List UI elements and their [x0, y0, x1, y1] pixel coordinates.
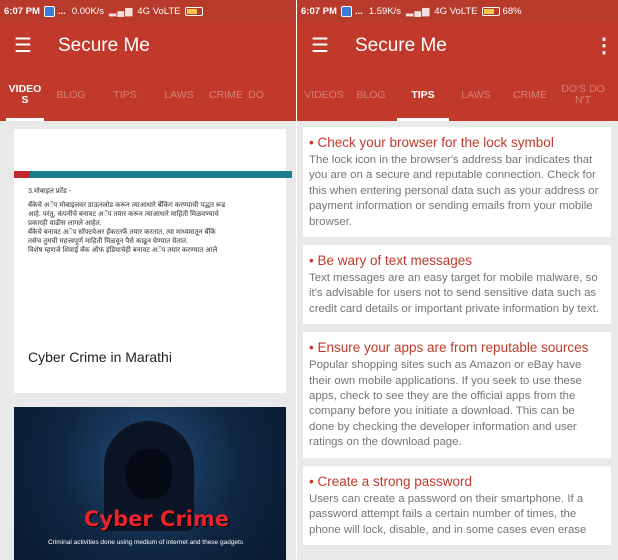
video-thumbnail-text: 3.मोबाइल फ्रॉड - बँकेचे अॅप मोबाइलवर डाऊ…	[28, 187, 286, 255]
thumbnail-bar-red	[14, 171, 30, 178]
tab-label: VIDEOS	[304, 88, 344, 101]
left-screen: 6:07 PM ... 0.00K/s ▂▄▆ 4G VoLTE ☰ Secur…	[0, 0, 296, 560]
status-bar: 6:07 PM ... 1.59K/s ▂▄▆ 4G VoLTE 68%	[297, 0, 618, 22]
tab-label: TIPS	[411, 88, 435, 101]
thumbnail-subtitle: Criminal activities done using medium of…	[48, 539, 244, 546]
tab-crime[interactable]: CRIME	[503, 69, 557, 121]
hamburger-menu-icon[interactable]: ☰	[14, 33, 36, 58]
tip-title: • Check your browser for the lock symbol	[309, 135, 554, 150]
tip-card[interactable]: • Check your browser for the lock symbol…	[303, 127, 611, 238]
tip-title: • Be wary of text messages	[309, 253, 473, 269]
overflow-menu-icon[interactable]: ⋮	[594, 33, 614, 58]
thumbnail-title: Cyber Crime	[84, 507, 230, 531]
battery-icon	[184, 6, 203, 16]
network-speed: 0.00K/s	[71, 5, 105, 17]
tab-crime[interactable]: CRIME	[206, 69, 246, 121]
thumbnail-line: प्रकारही वाढीस लागले आहेत.	[28, 220, 102, 227]
tab-label: LAWS	[164, 88, 194, 101]
battery-level: 68%	[502, 5, 522, 17]
app-bar: ☰ Secure Me ⋮	[297, 22, 618, 69]
app-bar: ☰ Secure Me	[0, 22, 296, 69]
hamburger-menu-icon[interactable]: ☰	[311, 33, 333, 58]
tip-card[interactable]: • Be wary of text messages Text messages…	[303, 245, 611, 325]
tab-label: DO	[248, 88, 264, 101]
tab-label: BLOG	[356, 88, 386, 101]
tab-laws[interactable]: LAWS	[152, 69, 206, 121]
tip-card[interactable]: • Ensure your apps are from reputable so…	[303, 332, 611, 458]
tab-dos-donts[interactable]: DO'S DON'T	[557, 69, 609, 121]
video-card[interactable]: Cyber Crime Criminal activities done usi…	[14, 407, 286, 560]
tab-tips[interactable]: TIPS	[397, 69, 449, 121]
tab-label: VIDEOS	[8, 83, 42, 106]
tip-text: Text messages are an easy target for mob…	[309, 272, 599, 315]
status-bar: 6:07 PM ... 0.00K/s ▂▄▆ 4G VoLTE	[0, 0, 296, 22]
video-card[interactable]: 3.मोबाइल फ्रॉड - बँकेचे अॅप मोबाइलवर डाऊ…	[14, 129, 292, 393]
tab-blog[interactable]: BLOG	[44, 69, 98, 121]
thumbnail-bar-teal	[30, 171, 292, 178]
network-type: 4G VoLTE	[137, 5, 181, 17]
tip-text: Users can create a password on their sma…	[309, 492, 587, 536]
video-feed: 3.मोबाइल फ्रॉड - बँकेचे अॅप मोबाइलवर डाऊ…	[0, 121, 296, 560]
more-notifications-icon: ...	[354, 5, 363, 17]
tip-text: The lock icon in the browser's address b…	[309, 154, 599, 228]
tips-list: • Check your browser for the lock symbol…	[297, 121, 618, 545]
status-time: 6:07 PM	[4, 5, 40, 17]
network-type: 4G VoLTE	[434, 5, 478, 17]
tab-label: BLOG	[56, 88, 86, 101]
notification-icon	[43, 5, 55, 17]
signal-icon: ▂▄▆	[109, 5, 134, 17]
tab-label: LAWS	[461, 88, 491, 101]
thumbnail-line: विशेष म्हणजे शिवाईं बँक ऑफ इंडियाचेही बन…	[28, 247, 218, 254]
status-time: 6:07 PM	[301, 5, 337, 17]
tab-laws[interactable]: LAWS	[449, 69, 503, 121]
app-title: Secure Me	[355, 34, 447, 56]
tab-dos-donts[interactable]: DO	[246, 69, 266, 121]
tab-bar: VIDEOS BLOG TIPS LAWS CRIME DO #left .ta…	[0, 69, 296, 121]
tip-title: • Create a strong password	[309, 473, 473, 489]
thumbnail-line: बँकेचे बनावट अॅप सॉफ्टवेअर हॅकरतर्फे तया…	[28, 229, 216, 236]
tab-videos[interactable]: VIDEOS	[6, 69, 44, 121]
network-speed: 1.59K/s	[368, 5, 402, 17]
tab-label: CRIME	[513, 88, 547, 101]
thumbnail-line: तसेच तुमची महत्त्वपूर्ण माहिती मिळवून पै…	[28, 238, 188, 245]
tab-label: DO'S DON'T	[561, 83, 605, 106]
tab-bar: VIDEOS BLOG TIPS LAWS CRIME DO'S DON'T #…	[297, 69, 618, 121]
app-title: Secure Me	[58, 34, 150, 56]
more-notifications-icon: ...	[57, 5, 66, 17]
video-caption: Cyber Crime in Marathi	[28, 349, 172, 365]
thumbnail-heading: 3.मोबाइल फ्रॉड -	[28, 188, 72, 195]
tip-text: Popular shopping sites such as Amazon or…	[309, 359, 582, 449]
right-screen: 6:07 PM ... 1.59K/s ▂▄▆ 4G VoLTE 68% ☰ S…	[297, 0, 618, 560]
tab-videos[interactable]: VIDEOS	[303, 69, 345, 121]
tab-tips[interactable]: TIPS	[98, 69, 152, 121]
tab-label: TIPS	[113, 88, 137, 101]
tip-card[interactable]: • Create a strong password Users can cre…	[303, 465, 611, 545]
tab-blog[interactable]: BLOG	[345, 69, 397, 121]
battery-icon	[481, 6, 500, 16]
tip-title: • Ensure your apps are from reputable so…	[309, 340, 589, 356]
thumbnail-line: आहे. परंतु, कंपनीचे बनावट अॅप तयार करून …	[28, 211, 219, 218]
signal-icon: ▂▄▆	[406, 5, 431, 17]
thumbnail-line: बँकेचे अॅप मोबाइलवर डाऊनलोड करून त्याआधा…	[28, 202, 226, 209]
tab-label: CRIME	[209, 88, 243, 101]
notification-icon	[340, 5, 352, 17]
